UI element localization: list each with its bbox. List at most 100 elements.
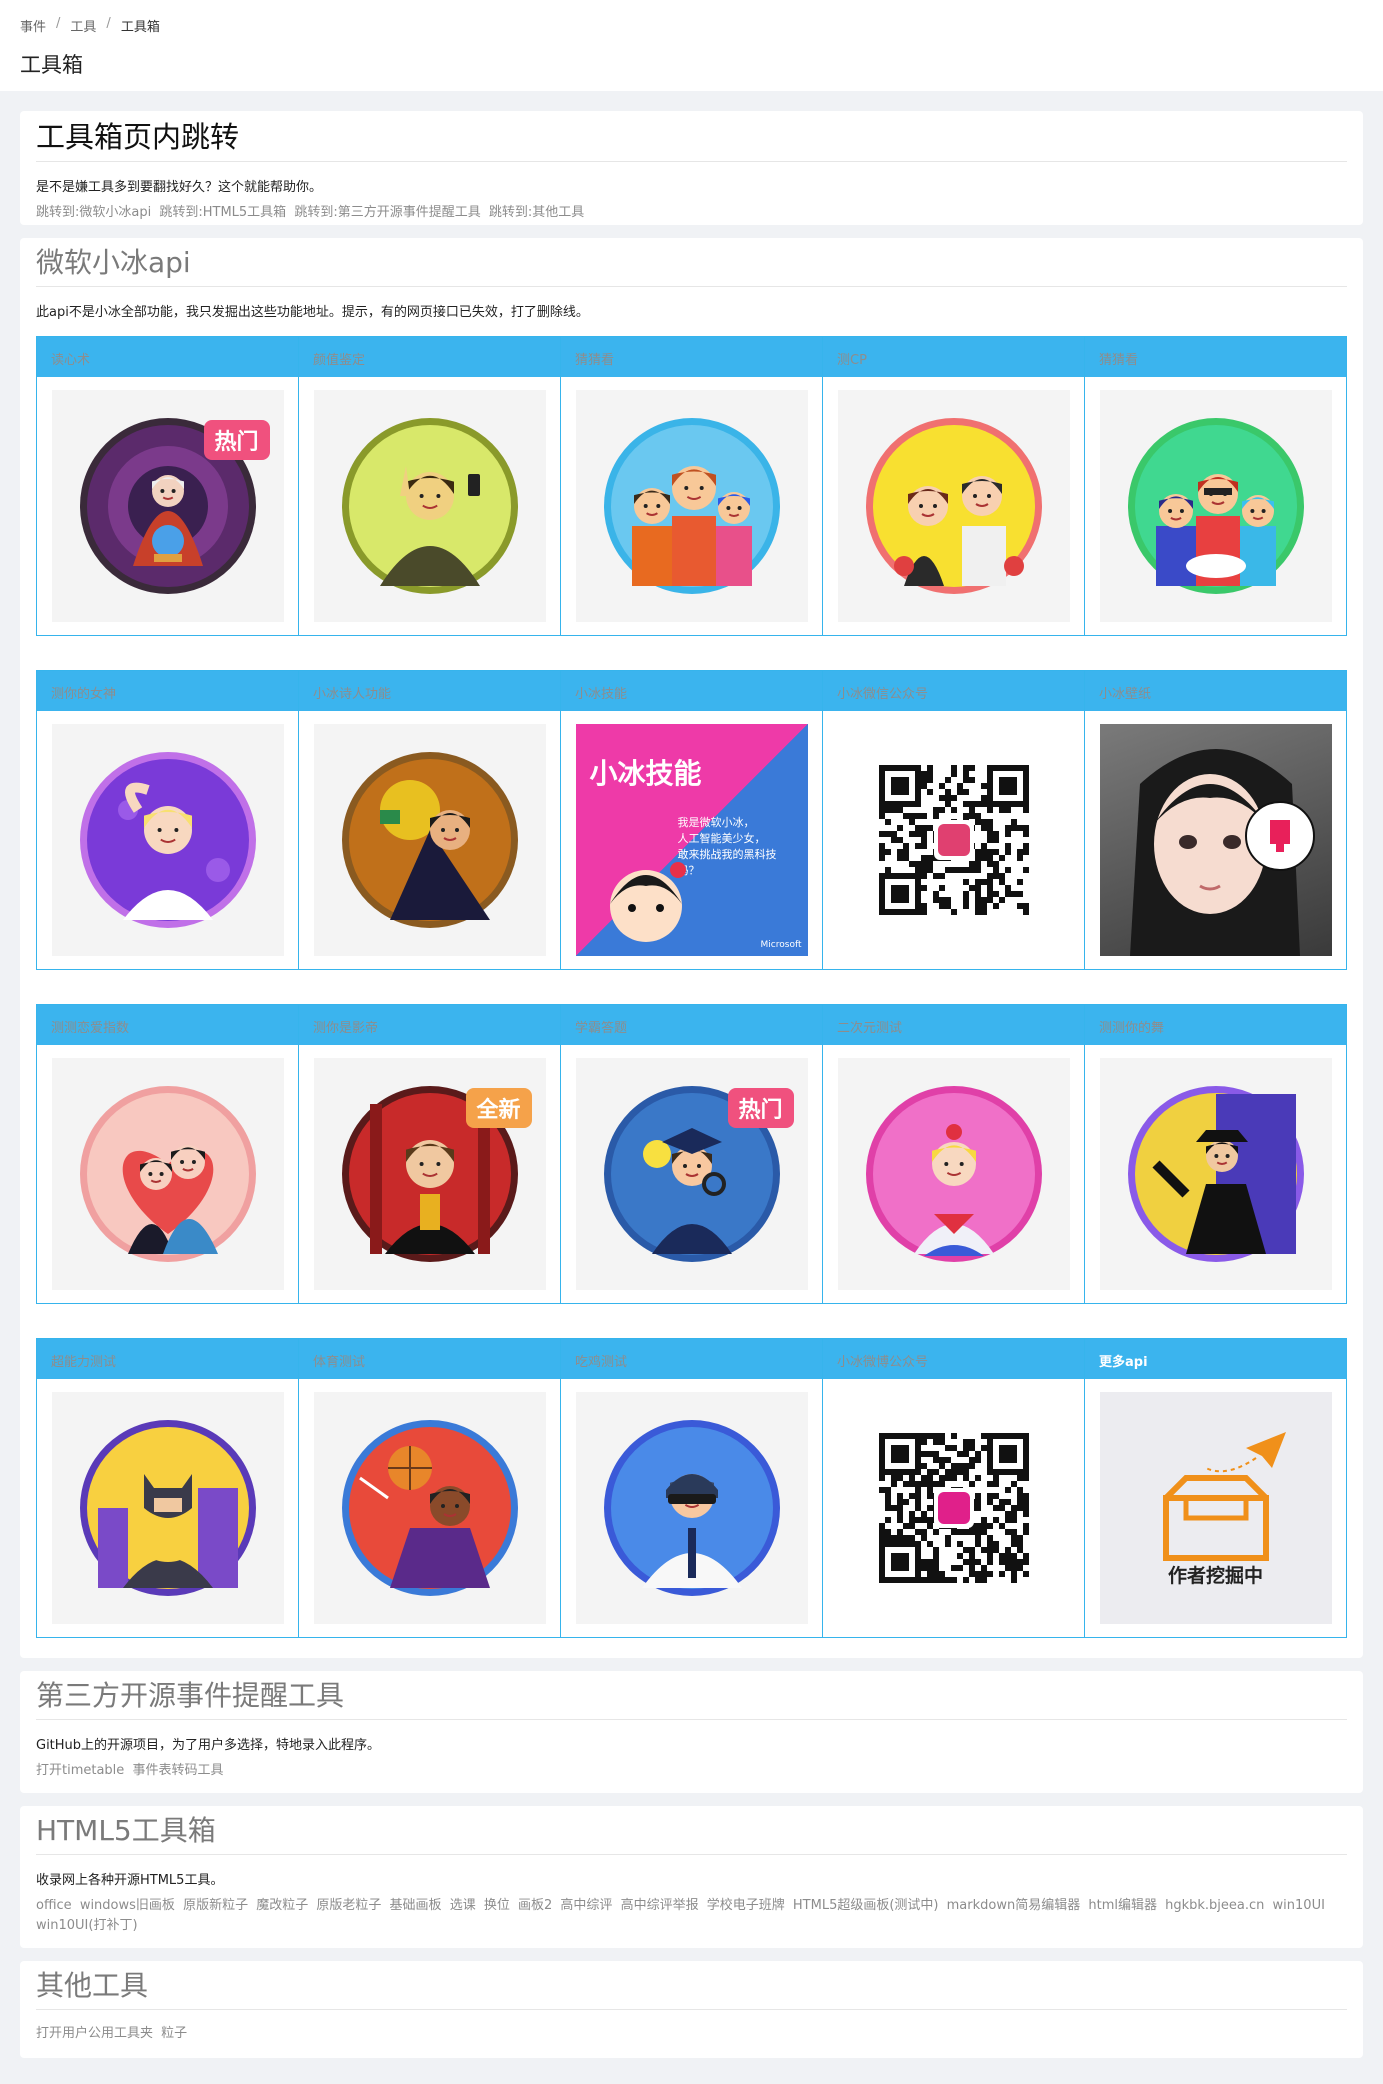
html5-link[interactable]: 原版老粒子 <box>316 1898 381 1913</box>
api-card-body <box>823 377 1084 635</box>
api-card-label[interactable]: 学霸答题 <box>561 1005 822 1045</box>
api-card-image[interactable]: 作者挖掘中 <box>1099 1392 1332 1624</box>
api-card[interactable]: 猜猜看 <box>1085 337 1346 635</box>
html5-link[interactable]: html编辑器 <box>1088 1898 1157 1913</box>
api-card-label[interactable]: 测测恋爱指数 <box>37 1005 298 1045</box>
other-links: 打开用户公用工具夹 粒子 <box>36 2024 1347 2044</box>
other-link-toolbox[interactable]: 打开用户公用工具夹 <box>36 2026 153 2041</box>
api-card[interactable]: 小冰诗人功能 <box>299 671 561 969</box>
api-card-body <box>1085 1045 1346 1303</box>
api-card[interactable]: 测测恋爱指数 <box>37 1005 299 1303</box>
api-card-label[interactable]: 更多api <box>1085 1339 1346 1379</box>
api-card-image[interactable]: 热门 <box>51 390 284 622</box>
api-card[interactable]: 小冰微博公众号 <box>823 1339 1085 1637</box>
api-card-image[interactable] <box>575 390 808 622</box>
api-card-image[interactable] <box>51 1058 284 1290</box>
api-card-label[interactable]: 猜猜看 <box>1085 337 1346 377</box>
api-card[interactable]: 猜猜看 <box>561 337 823 635</box>
api-card-image[interactable] <box>837 390 1070 622</box>
api-card[interactable]: 小冰壁纸 <box>1085 671 1346 969</box>
api-card-label[interactable]: 测你的女神 <box>37 671 298 711</box>
html5-link[interactable]: win10UI(打补丁) <box>36 1918 138 1933</box>
jump-link-other[interactable]: 跳转到:其他工具 <box>489 205 584 220</box>
breadcrumb: 事件 / 工具 / 工具箱 <box>20 16 1363 35</box>
api-card-label[interactable]: 小冰壁纸 <box>1085 671 1346 711</box>
api-card-image[interactable] <box>313 1392 546 1624</box>
api-card[interactable]: 体育测试 <box>299 1339 561 1637</box>
other-card: 其他工具 打开用户公用工具夹 粒子 <box>20 1961 1363 2058</box>
breadcrumb-item[interactable]: 事件 <box>20 16 46 35</box>
api-card-label[interactable]: 小冰微博公众号 <box>823 1339 1084 1379</box>
html5-link[interactable]: win10UI <box>1273 1898 1325 1913</box>
api-card-image[interactable] <box>575 1392 808 1624</box>
html5-link[interactable]: 基础画板 <box>390 1898 442 1913</box>
html5-link[interactable]: 选课 <box>450 1898 476 1913</box>
api-card-image[interactable] <box>837 724 1070 956</box>
jump-link-third[interactable]: 跳转到:第三方开源事件提醒工具 <box>294 205 480 220</box>
api-card-body <box>561 1379 822 1637</box>
html5-link[interactable]: HTML5超级画板(测试中) <box>793 1898 939 1913</box>
html5-link[interactable]: markdown简易编辑器 <box>947 1898 1081 1913</box>
api-card-image[interactable] <box>313 724 546 956</box>
api-card-label[interactable]: 小冰技能 <box>561 671 822 711</box>
api-card-label[interactable]: 测测你的舞 <box>1085 1005 1346 1045</box>
api-card-image[interactable] <box>837 1392 1070 1624</box>
api-card[interactable]: 小冰微信公众号 <box>823 671 1085 969</box>
html5-link[interactable]: 高中综评 <box>560 1898 612 1913</box>
third-link-transcode[interactable]: 事件表转码工具 <box>132 1763 223 1778</box>
html5-link[interactable]: 换位 <box>484 1898 510 1913</box>
html5-link[interactable]: 学校电子班牌 <box>707 1898 785 1913</box>
api-card[interactable]: 学霸答题 热门 <box>561 1005 823 1303</box>
html5-link[interactable]: 原版新粒子 <box>183 1898 248 1913</box>
api-card-label[interactable]: 小冰微信公众号 <box>823 671 1084 711</box>
api-card-image[interactable] <box>51 724 284 956</box>
api-card-label[interactable]: 测你是影帝 <box>299 1005 560 1045</box>
more-api-caption: 作者挖掘中 <box>1167 1565 1263 1587</box>
api-card[interactable]: 吃鸡测试 <box>561 1339 823 1637</box>
third-link-timetable[interactable]: 打开timetable <box>36 1763 124 1778</box>
api-card-image[interactable]: 小冰技能 我是微软小冰， 人工智能美少女， 敢来挑战我的黑科技吗？ Microsof… <box>575 724 808 956</box>
api-card-image[interactable]: 全新 <box>313 1058 546 1290</box>
api-card-label[interactable]: 吃鸡测试 <box>561 1339 822 1379</box>
api-card[interactable]: 颜值鉴定 <box>299 337 561 635</box>
jump-link-html5[interactable]: 跳转到:HTML5工具箱 <box>159 205 286 220</box>
api-card-image[interactable]: 热门 <box>575 1058 808 1290</box>
api-card-image[interactable] <box>1099 1058 1332 1290</box>
jump-links: 跳转到:微软小冰api 跳转到:HTML5工具箱 跳转到:第三方开源事件提醒工具… <box>36 203 1347 223</box>
api-card[interactable]: 小冰技能小冰技能 我是微软小冰， 人工智能美少女， 敢来挑战我的黑科技吗？ Micr… <box>561 671 823 969</box>
api-card-label[interactable]: 小冰诗人功能 <box>299 671 560 711</box>
api-card-label[interactable]: 颜值鉴定 <box>299 337 560 377</box>
api-card[interactable]: 测你的女神 <box>37 671 299 969</box>
html5-link[interactable]: 画板2 <box>518 1898 552 1913</box>
html5-link[interactable]: windows旧画板 <box>80 1898 175 1913</box>
api-card-image[interactable] <box>51 1392 284 1624</box>
api-card-label[interactable]: 测CP <box>823 337 1084 377</box>
api-card[interactable]: 二次元测试 <box>823 1005 1085 1303</box>
api-card-image[interactable] <box>837 1058 1070 1290</box>
other-link-particle[interactable]: 粒子 <box>161 2026 187 2041</box>
api-card-body <box>823 711 1084 969</box>
api-card-image[interactable] <box>1099 390 1332 622</box>
api-card[interactable]: 读心术 热门 <box>37 337 299 635</box>
api-card[interactable]: 测CP <box>823 337 1085 635</box>
html5-link[interactable]: 魔改粒子 <box>256 1898 308 1913</box>
api-card-label[interactable]: 读心术 <box>37 337 298 377</box>
api-card-body <box>1085 711 1346 969</box>
api-card[interactable]: 超能力测试 <box>37 1339 299 1637</box>
jump-link-xiaoice[interactable]: 跳转到:微软小冰api <box>36 205 151 220</box>
html5-link[interactable]: hgkbk.bjeea.cn <box>1165 1898 1264 1913</box>
api-card-label[interactable]: 超能力测试 <box>37 1339 298 1379</box>
api-card-body <box>561 377 822 635</box>
api-card[interactable]: 测你是影帝 全新 <box>299 1005 561 1303</box>
breadcrumb-item[interactable]: 工具 <box>70 16 96 35</box>
jump-card: 工具箱页内跳转 是不是嫌工具多到要翻找好久？这个就能帮助你。 跳转到:微软小冰a… <box>20 111 1363 225</box>
api-card-image[interactable] <box>1099 724 1332 956</box>
html5-link[interactable]: office <box>36 1898 72 1913</box>
api-card-label[interactable]: 二次元测试 <box>823 1005 1084 1045</box>
html5-link[interactable]: 高中综评举报 <box>621 1898 699 1913</box>
api-card[interactable]: 更多api 作者挖掘中 <box>1085 1339 1346 1637</box>
api-card-label[interactable]: 猜猜看 <box>561 337 822 377</box>
api-card-label[interactable]: 体育测试 <box>299 1339 560 1379</box>
api-card[interactable]: 测测你的舞 <box>1085 1005 1346 1303</box>
api-card-image[interactable] <box>313 390 546 622</box>
